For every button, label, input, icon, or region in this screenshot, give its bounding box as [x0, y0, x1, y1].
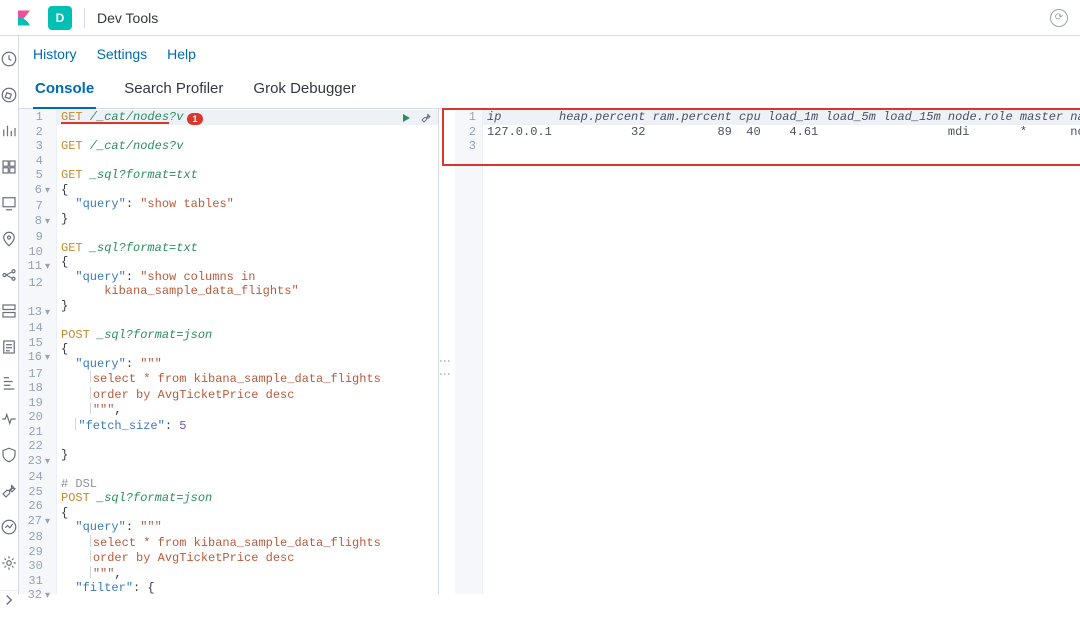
request-editor[interactable]: 1 2 3 4 5 6▾7 8▾9 10 11▾12 13▾14 15 16▾1…	[19, 109, 439, 594]
space-badge[interactable]: D	[48, 6, 72, 30]
editor-line[interactable]	[57, 154, 438, 169]
editor-line[interactable]	[57, 226, 438, 241]
breadcrumb-title: Dev Tools	[97, 10, 158, 26]
editor-line[interactable]: GET /_cat/nodes?v	[57, 139, 438, 154]
editor-line[interactable]: {	[57, 255, 438, 270]
output-empty-row	[483, 139, 1080, 154]
kibana-logo[interactable]	[12, 6, 36, 30]
management-icon[interactable]	[0, 554, 18, 572]
recently-viewed-icon[interactable]	[0, 50, 18, 68]
tab-console[interactable]: Console	[33, 72, 96, 109]
editor-line[interactable]: POST _sql?format=json	[57, 328, 438, 343]
editor-line[interactable]	[57, 125, 438, 140]
siem-icon[interactable]	[0, 446, 18, 464]
editor-line[interactable]: GET _sql?format=txt	[57, 168, 438, 183]
editor-line[interactable]	[57, 462, 438, 477]
topbar: D Dev Tools ⟳	[0, 0, 1080, 36]
tab-search-profiler[interactable]: Search Profiler	[122, 72, 225, 108]
send-request-icon[interactable]	[400, 111, 412, 127]
editor-line[interactable]: """,	[57, 566, 438, 582]
uptime-icon[interactable]	[0, 410, 18, 428]
annotation-underline	[61, 122, 169, 124]
menubar: History Settings Help	[19, 36, 1080, 68]
infra-icon[interactable]	[0, 302, 18, 320]
logs-icon[interactable]	[0, 338, 18, 356]
editor-line[interactable]: "filter": {	[57, 581, 438, 594]
console-settings-icon[interactable]: ⟳	[1050, 9, 1068, 27]
request-options-icon[interactable]	[420, 111, 432, 127]
apm-icon[interactable]	[0, 374, 18, 392]
editor-line[interactable]	[57, 433, 438, 448]
editor-line[interactable]: select * from kibana_sample_data_flights	[57, 371, 438, 387]
annotation-badge-1: 1	[187, 113, 203, 125]
discover-icon[interactable]	[0, 86, 18, 104]
output-header-row: ip heap.percent ram.percent cpu load_1m …	[483, 110, 1080, 125]
editor-line[interactable]: select * from kibana_sample_data_flights	[57, 535, 438, 551]
editor-line[interactable]: }	[57, 299, 438, 314]
side-nav	[0, 36, 19, 594]
editor-line[interactable]: order by AvgTicketPrice desc	[57, 387, 438, 403]
help-link[interactable]: Help	[167, 46, 196, 62]
editor-line[interactable]: "query": "show tables"	[57, 197, 438, 212]
canvas-icon[interactable]	[0, 194, 18, 212]
tab-grok-debugger[interactable]: Grok Debugger	[251, 72, 358, 108]
editor-line[interactable]: GET _sql?format=txt	[57, 241, 438, 256]
editor-line[interactable]: {	[57, 342, 438, 357]
editor-line[interactable]	[57, 313, 438, 328]
response-output[interactable]: ⋮⋮ 1 2 3 ip heap.percent ram.percent cpu…	[439, 109, 1080, 594]
tabs: Console Search Profiler Grok Debugger	[19, 68, 1080, 109]
editor-line[interactable]: }	[57, 448, 438, 463]
editor-line[interactable]: {	[57, 183, 438, 198]
monitoring-icon[interactable]	[0, 518, 18, 536]
editor-line[interactable]: "fetch_size": 5	[57, 418, 438, 434]
maps-icon[interactable]	[0, 230, 18, 248]
editor-line[interactable]: POST _sql?format=json	[57, 491, 438, 506]
editor-line[interactable]: "query": """	[57, 357, 438, 372]
settings-link[interactable]: Settings	[97, 46, 148, 62]
editor-line[interactable]: }	[57, 212, 438, 227]
editor-line[interactable]: # DSL	[57, 477, 438, 492]
resize-handle-icon[interactable]: ⋮⋮	[438, 355, 452, 381]
editor-line[interactable]: """,	[57, 402, 438, 418]
ml-icon[interactable]	[0, 266, 18, 284]
editor-line[interactable]: "query": """	[57, 520, 438, 535]
output-data-row: 127.0.0.1 32 89 40 4.61 mdi * node-1	[483, 125, 1080, 140]
separator	[84, 8, 85, 28]
visualize-icon[interactable]	[0, 122, 18, 140]
editor-line[interactable]: kibana_sample_data_flights"	[57, 284, 438, 299]
editor-line[interactable]: order by AvgTicketPrice desc	[57, 550, 438, 566]
history-link[interactable]: History	[33, 46, 77, 62]
editor-line[interactable]: "query": "show columns in	[57, 270, 438, 285]
editor-line[interactable]: {	[57, 506, 438, 521]
dashboard-icon[interactable]	[0, 158, 18, 176]
dev-tools-icon[interactable]	[0, 482, 18, 500]
